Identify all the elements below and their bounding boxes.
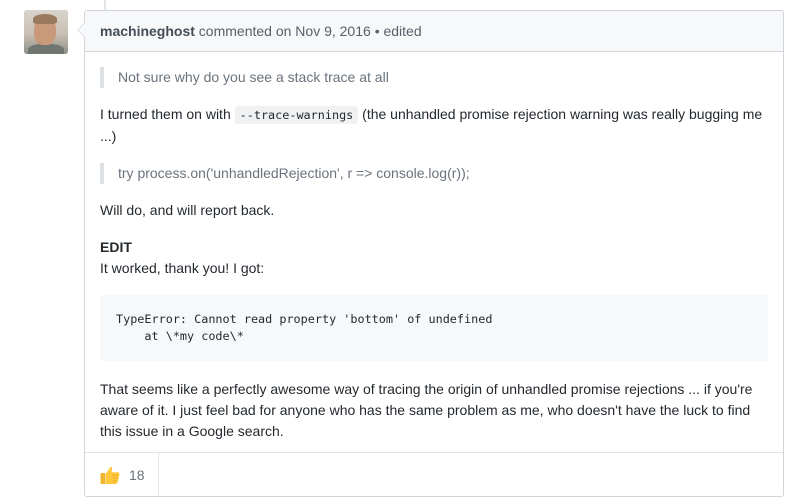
inline-code: --trace-warnings [234,106,359,124]
edited-label[interactable]: edited [383,23,421,39]
comment-action: commented on [198,23,292,39]
comment-caret-fill [78,23,85,37]
edit-text: It worked, thank you! I got: [100,260,265,276]
comment-author[interactable]: machineghost [100,23,195,39]
edit-section: EDIT It worked, thank you! I got: [100,237,768,279]
reaction-thumbs-up-button[interactable]: 18 [85,453,159,496]
reaction-count: 18 [129,466,145,483]
reactions-bar: 18 [85,452,783,496]
paragraph: I turned them on with --trace-warnings (… [100,104,768,147]
quote-text: try process.on('unhandledRejection', r =… [118,165,470,181]
blockquote: Not sure why do you see a stack trace at… [100,67,768,88]
comment-header: machineghost commented on Nov 9, 2016 • … [85,11,783,52]
avatar[interactable] [24,10,68,54]
blockquote: try process.on('unhandledRejection', r =… [100,163,768,184]
comment-body: Not sure why do you see a stack trace at… [85,52,783,442]
comment-date[interactable]: Nov 9, 2016 [295,23,371,39]
paragraph: That seems like a perfectly awesome way … [100,381,753,439]
paragraph-text: I turned them on with [100,106,235,122]
quote-text: Not sure why do you see a stack trace at… [118,69,389,85]
code-block: TypeError: Cannot read property 'bottom'… [100,295,768,361]
thumbs-up-icon [99,464,121,486]
paragraph: Will do, and will report back. [100,202,275,218]
edit-label: EDIT [100,239,132,255]
avatar-shirt [28,44,64,54]
timeline-line [104,0,106,10]
avatar-hair [33,14,57,24]
comment-separator: • [374,23,380,39]
comment-container: machineghost commented on Nov 9, 2016 • … [77,10,784,497]
